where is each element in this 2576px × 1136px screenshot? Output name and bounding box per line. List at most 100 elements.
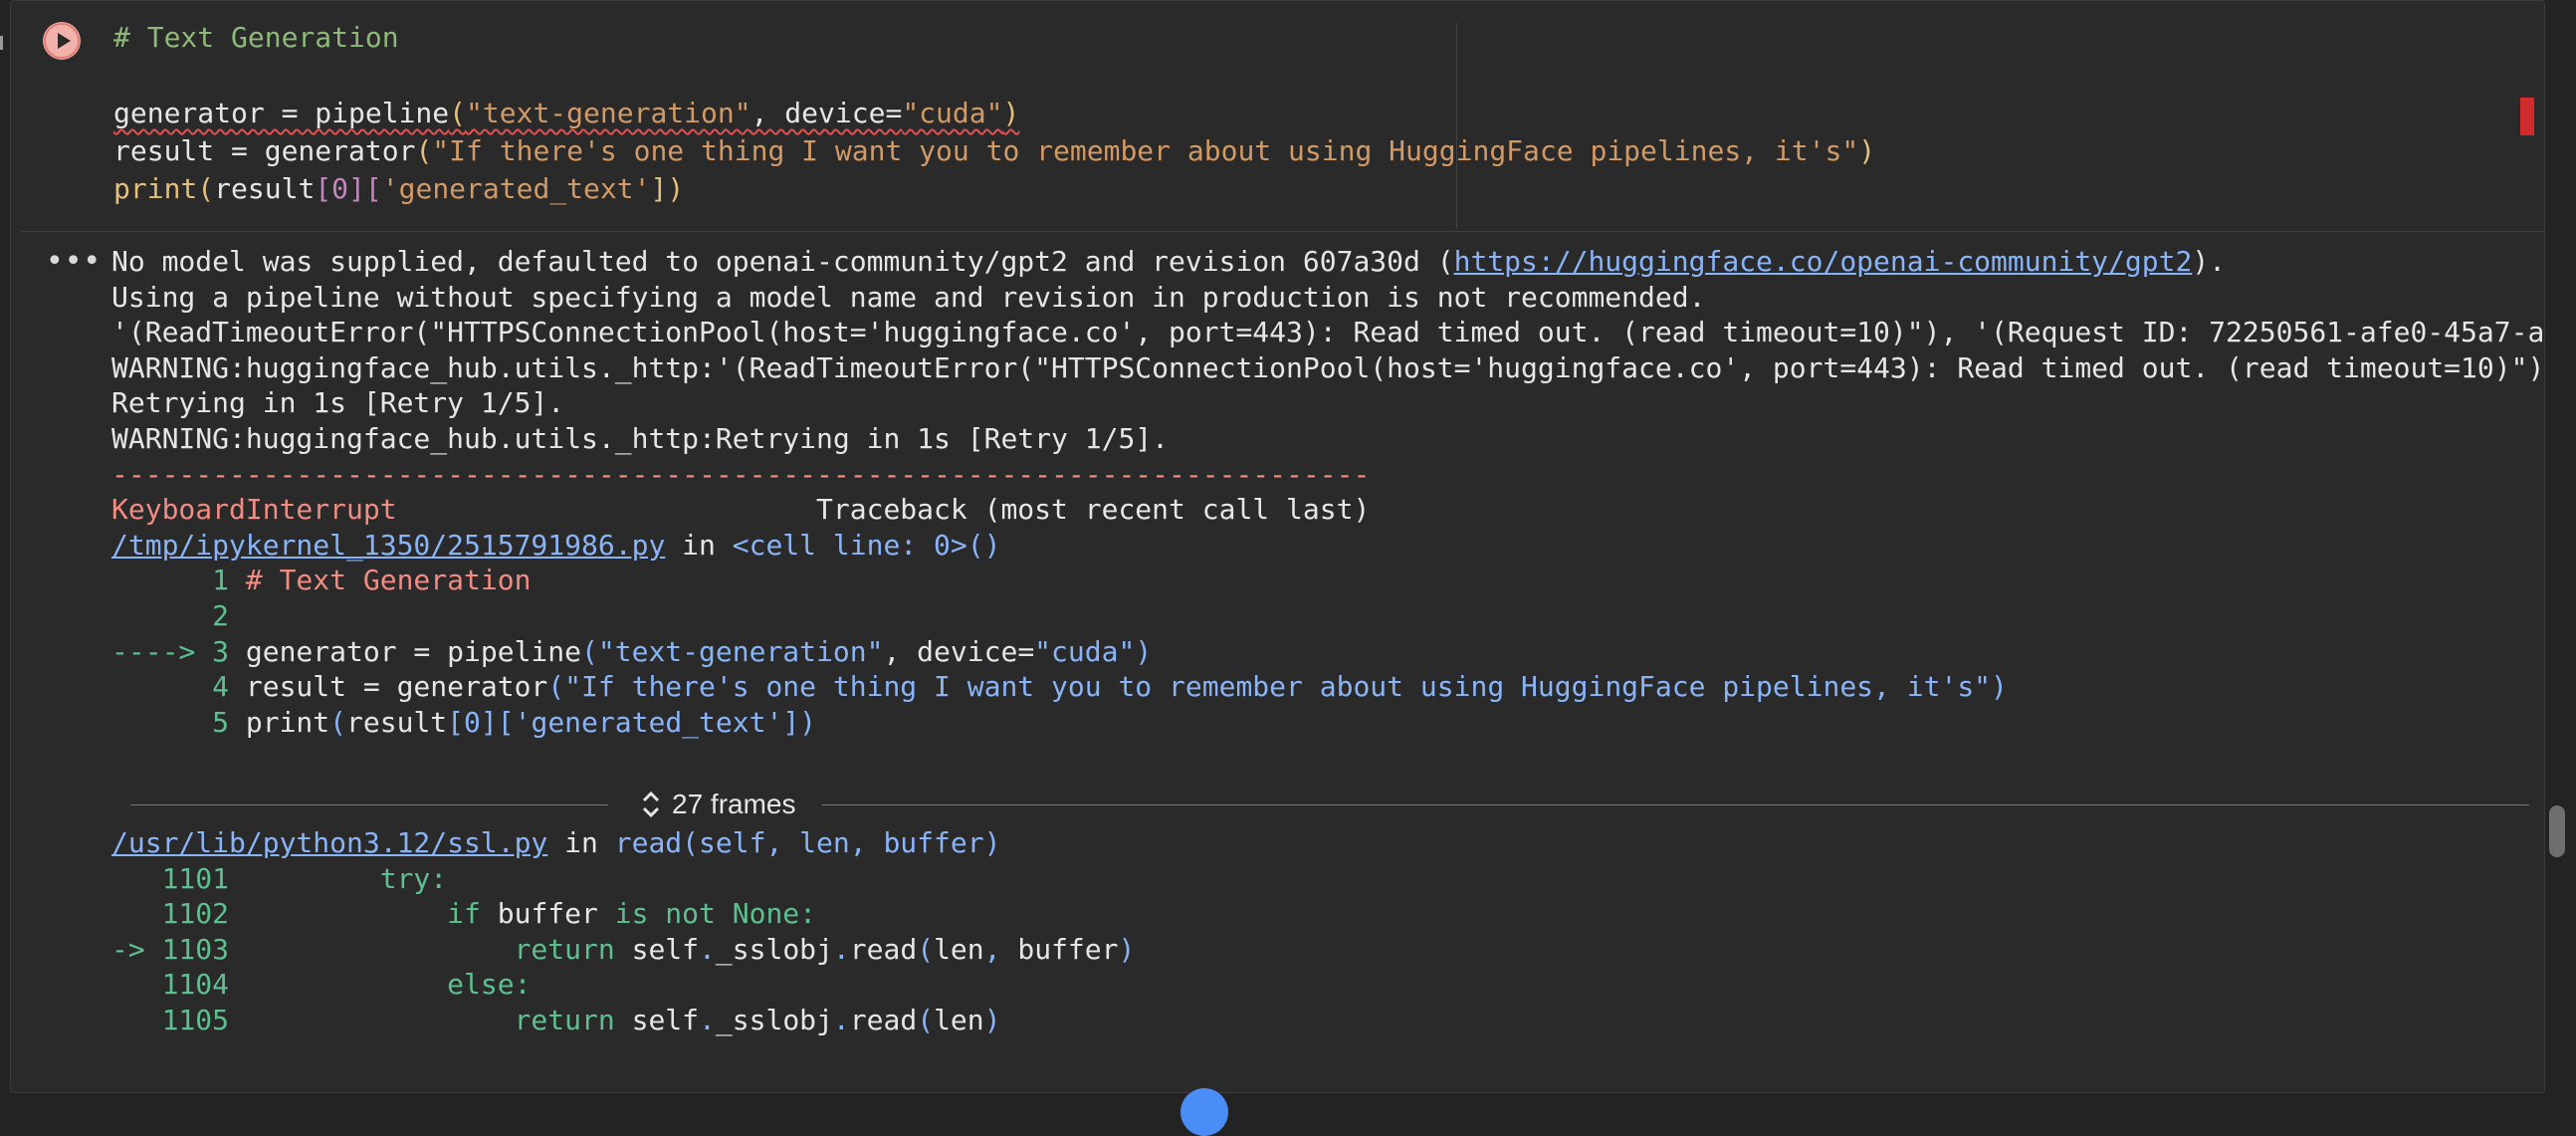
code-line-token: [ — [315, 172, 332, 205]
code-line-token: , device= — [751, 97, 903, 129]
gutter-marker — [0, 36, 3, 50]
output-line-token: try: — [379, 861, 448, 895]
code-line-token: ( — [449, 97, 467, 129]
output-line-token: 1104 — [111, 968, 448, 1002]
output-line-token: "cuda") — [1034, 634, 1153, 668]
frames-divider-left — [130, 804, 608, 805]
code-line-token: ][ — [348, 172, 382, 205]
output-line-token: if — [447, 897, 481, 931]
code-editor[interactable]: # Text Generation generator = pipeline("t… — [113, 19, 2502, 208]
code-line-token: # Text Generation — [113, 21, 399, 54]
output-line-token: return — [514, 932, 615, 966]
output-line-token: in — [547, 826, 615, 859]
output-line-token: self — [614, 1003, 700, 1036]
output-line-token[interactable]: /tmp/ipykernel_1350/2515791986.py — [111, 529, 665, 562]
code-line-token: result = generator — [113, 134, 416, 167]
output-line-token: len — [934, 932, 984, 966]
output-line: ----------------------------------------… — [111, 457, 2544, 493]
output-line-token: Retrying in 1s [Retry 1/5]. — [111, 386, 565, 420]
run-cell-button[interactable] — [43, 22, 81, 60]
output-line: Retrying in 1s [Retry 1/5]. — [111, 385, 2544, 421]
output-line-token: ) — [983, 1003, 1001, 1036]
output-line-token: ----> 3 — [111, 634, 246, 668]
code-line-token: ( — [197, 172, 215, 205]
code-line-token: "If there's one thing I want you to reme… — [432, 134, 1859, 167]
scrollbar-thumb[interactable] — [2549, 805, 2565, 857]
error-indicator — [2520, 98, 2534, 135]
output-line-token: _sslobj — [715, 1003, 833, 1036]
cell-output-frames: /usr/lib/python3.12/ssl.py in read(self,… — [111, 825, 2544, 1038]
output-line: No model was supplied, defaulted to open… — [111, 244, 2544, 280]
frames-label: 27 frames — [672, 789, 796, 819]
output-line: 1102 if buffer is not None: — [111, 896, 2544, 932]
output-line-token: is not None: — [614, 897, 817, 931]
output-line-token: ( — [917, 932, 935, 966]
play-icon — [44, 23, 80, 59]
output-line: 5 print(result[0]['generated_text']) — [111, 705, 2544, 741]
output-line-token: WARNING:huggingface_hub.utils._http:'(Re… — [111, 350, 2545, 384]
output-line-token: <cell line: 0>() — [732, 528, 1001, 562]
output-line-token: self — [614, 932, 700, 966]
output-line-token: return — [514, 1003, 615, 1036]
output-line-token: _sslobj — [715, 932, 833, 966]
code-line-token: 0 — [331, 172, 349, 205]
output-line-token: [0]['generated_text']) — [447, 705, 817, 739]
output-line-token: 1105 — [111, 1003, 515, 1036]
output-line-token: read(self, len, buffer) — [614, 826, 1001, 859]
code-line: generator = pipeline("text-generation", … — [113, 95, 2502, 132]
output-line-token: # Text Generation — [245, 564, 532, 597]
code-line-token: ]) — [650, 172, 685, 205]
output-line-token[interactable]: /usr/lib/python3.12/ssl.py — [111, 826, 547, 859]
output-line-token: . — [699, 1003, 716, 1036]
code-line-token: generator = pipeline — [113, 97, 450, 129]
output-line: '(ReadTimeoutError("HTTPSConnectionPool(… — [111, 315, 2545, 350]
output-line: 1105 return self._sslobj.read(len) — [111, 1003, 2544, 1038]
output-line: 1 # Text Generation — [111, 563, 2544, 598]
output-line: 4 result = generator("If there's one thi… — [111, 669, 2544, 705]
output-line-token: , device= — [883, 634, 1035, 668]
output-line-token: ("If there's one thing I want you to rem… — [547, 670, 2008, 704]
output-line-token: buffer — [1017, 932, 1119, 966]
output-line: /usr/lib/python3.12/ssl.py in read(self,… — [111, 825, 2544, 861]
output-line-token: Using a pipeline without specifying a mo… — [111, 280, 1706, 314]
output-line-token: No model was supplied, defaulted to open… — [111, 245, 1454, 278]
output-line-token: result = generator — [245, 670, 548, 704]
output-line: ----> 3 generator = pipeline("text-gener… — [111, 634, 2544, 670]
output-line: KeyboardInterrupt Traceback (most recent… — [111, 492, 2544, 528]
output-line-token: ). — [2192, 245, 2227, 278]
code-line: result = generator("If there's one thing… — [113, 132, 2502, 170]
output-line-token: buffer — [480, 897, 615, 931]
output-line: -> 1103 return self._sslobj.read(len, bu… — [111, 932, 2544, 968]
output-menu-button[interactable]: ••• — [46, 247, 102, 277]
output-line-token: '(ReadTimeoutError("HTTPSConnectionPool(… — [111, 316, 2545, 349]
output-line-token: ( — [329, 705, 347, 739]
cell-output: No model was supplied, defaulted to open… — [111, 244, 2545, 741]
expand-frames-button[interactable]: 27 frames — [640, 788, 796, 821]
floating-action-button[interactable] — [1181, 1088, 1228, 1136]
output-line-token: WARNING:huggingface_hub.utils._http:Retr… — [111, 421, 1170, 455]
editor-ruler — [1456, 23, 1457, 228]
output-line-token: 2 — [111, 598, 230, 632]
output-line-token: -> 1103 — [111, 932, 515, 966]
output-line-token[interactable]: https://huggingface.co/openai-community/… — [1454, 245, 2193, 278]
code-line-token: result — [214, 172, 316, 205]
output-line: WARNING:huggingface_hub.utils._http:Retr… — [111, 421, 2544, 457]
output-line-token: . — [832, 1003, 850, 1036]
code-cell[interactable]: # Text Generation generator = pipeline("t… — [10, 0, 2545, 1093]
code-line-token: ) — [1858, 134, 1876, 167]
code-line-token: print — [113, 172, 198, 205]
output-line-token: . — [832, 932, 850, 966]
output-line-token: in — [665, 528, 733, 562]
expand-chevrons-icon — [642, 791, 660, 818]
output-line-token: generator = pipeline — [245, 634, 582, 668]
output-separator — [21, 231, 2544, 232]
output-line-token: read — [849, 932, 918, 966]
output-line-token: ( — [917, 1003, 935, 1036]
output-line: 1104 else: — [111, 967, 2544, 1003]
code-line-token: ( — [415, 134, 433, 167]
output-line: 2 — [111, 598, 2544, 634]
output-line: /tmp/ipykernel_1350/2515791986.py in <ce… — [111, 528, 2544, 564]
output-line-token: , — [983, 932, 1018, 966]
output-line-token: KeyboardInterrupt — [111, 493, 397, 527]
output-line: 1101 try: — [111, 861, 2544, 897]
